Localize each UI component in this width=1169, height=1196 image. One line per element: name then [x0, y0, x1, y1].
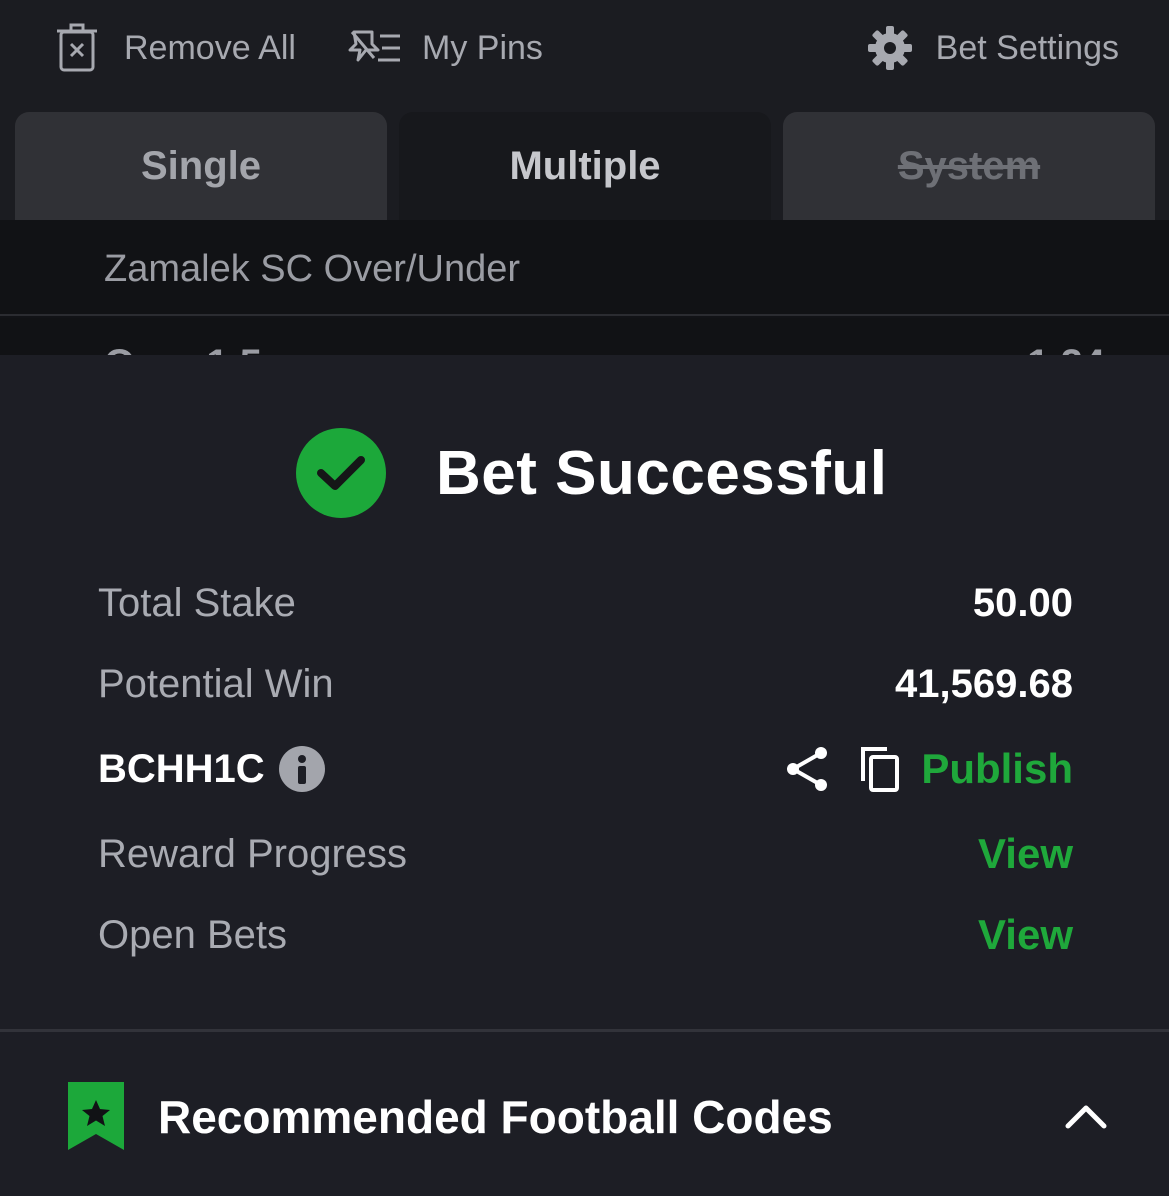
success-header: Bet Successful — [296, 427, 888, 519]
bet-success-panel: Bet Successful Total Stake 50.00 Potenti… — [0, 355, 1169, 1196]
remove-all-button[interactable]: Remove All — [56, 20, 296, 76]
tab-multiple[interactable]: Multiple — [399, 112, 771, 220]
recommended-codes-header[interactable]: Recommended Football Codes — [0, 1032, 1169, 1196]
booking-code: BCHH1C — [98, 746, 265, 791]
open-bets-label: Open Bets — [98, 912, 288, 957]
reward-progress-view-link[interactable]: View — [978, 830, 1073, 878]
tab-single[interactable]: Single — [15, 112, 387, 220]
total-stake-value: 50.00 — [972, 580, 1073, 625]
bet-settings-button[interactable]: Bet Settings — [866, 20, 1119, 76]
remove-all-label: Remove All — [124, 28, 296, 67]
potential-win-value: 41,569.68 — [895, 661, 1073, 706]
potential-win-row: Potential Win 41,569.68 — [98, 654, 1073, 714]
open-bets-view-link[interactable]: View — [978, 911, 1073, 959]
info-icon[interactable] — [278, 746, 325, 792]
chevron-up-icon[interactable] — [1064, 1102, 1108, 1130]
booking-code-group: BCHH1C — [98, 746, 325, 792]
betslip-screen: Remove All My Pins Bet Settings Single M… — [0, 0, 1169, 1196]
open-bets-row: Open Bets View — [98, 905, 1073, 965]
share-icon[interactable] — [785, 745, 829, 793]
code-actions: Publish — [785, 745, 1073, 793]
market-name: Zamalek SC Over/Under — [104, 248, 521, 290]
reward-progress-label: Reward Progress — [98, 831, 408, 876]
gear-icon — [867, 26, 912, 70]
total-stake-row: Total Stake 50.00 — [98, 573, 1073, 633]
copy-icon[interactable] — [859, 745, 901, 793]
market-row: Zamalek SC Over/Under — [0, 220, 1169, 316]
potential-win-label: Potential Win — [98, 661, 334, 706]
betslip-toolbar: Remove All My Pins Bet Settings — [0, 0, 1169, 100]
booking-code-row: BCHH1C Publish — [98, 739, 1073, 799]
my-pins-button[interactable]: My Pins — [348, 20, 543, 76]
bet-type-tabs: Single Multiple System — [0, 100, 1169, 220]
bet-settings-label: Bet Settings — [935, 28, 1119, 67]
pin-list-icon — [348, 30, 400, 62]
success-title: Bet Successful — [436, 438, 888, 508]
bookmark-star-icon — [68, 1082, 124, 1150]
my-pins-label: My Pins — [422, 28, 543, 67]
tab-system[interactable]: System — [783, 112, 1155, 220]
selection-row: Over 1.5 1.24 — [0, 318, 1169, 358]
trash-icon — [57, 23, 97, 72]
total-stake-label: Total Stake — [98, 580, 296, 625]
recommended-title: Recommended Football Codes — [158, 1091, 833, 1143]
publish-link[interactable]: Publish — [921, 745, 1073, 793]
check-circle-icon — [296, 428, 386, 518]
reward-progress-row: Reward Progress View — [98, 824, 1073, 884]
